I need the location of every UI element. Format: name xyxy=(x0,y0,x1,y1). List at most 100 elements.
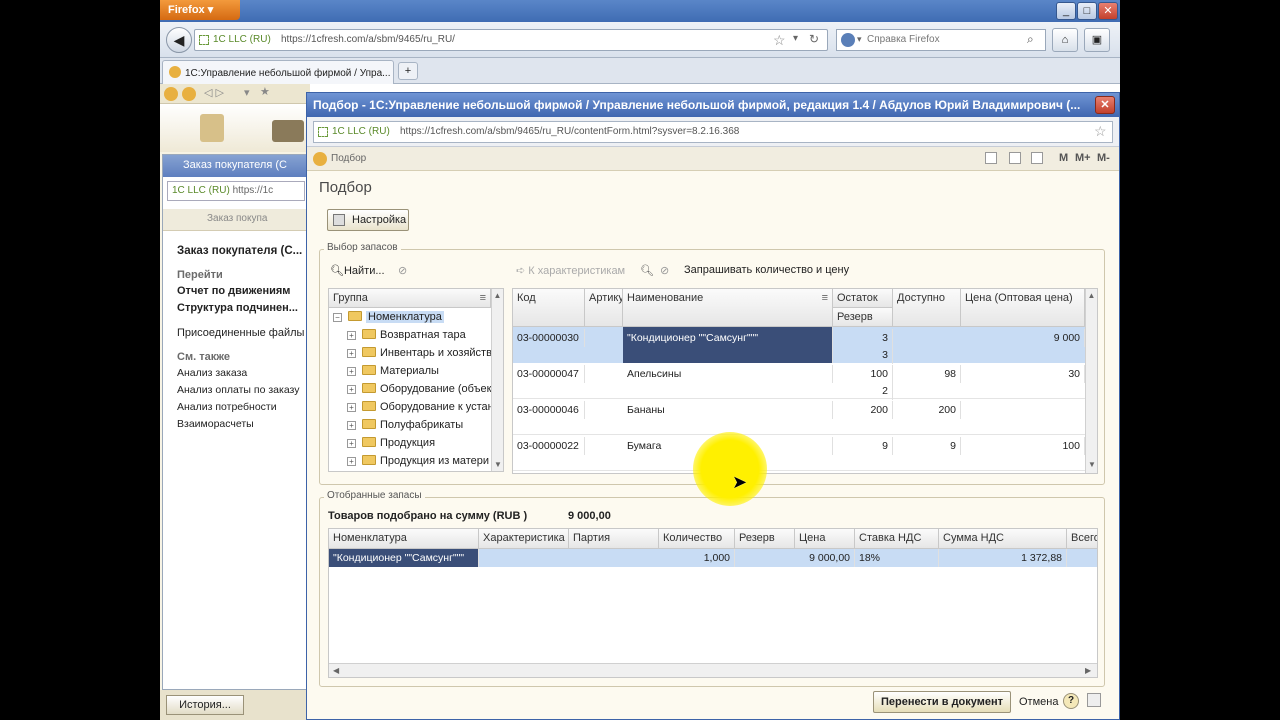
expand-icon[interactable]: + xyxy=(347,421,356,430)
expand-icon[interactable]: + xyxy=(347,457,356,466)
link-order-analysis[interactable]: Анализ заказа xyxy=(177,367,247,379)
col-price[interactable]: Цена (Оптовая цена) xyxy=(961,289,1085,327)
expand-icon[interactable]: + xyxy=(347,439,356,448)
firefox-menu-button[interactable]: Firefox ▾ xyxy=(160,0,240,20)
minimize-button[interactable]: _ xyxy=(1056,2,1076,20)
find-button[interactable]: 🔍︎Найти... xyxy=(330,264,385,277)
link-payment-analysis[interactable]: Анализ оплаты по заказу xyxy=(177,384,300,396)
col-remainder[interactable]: Остаток xyxy=(833,289,893,308)
col-reserve[interactable]: Резерв xyxy=(735,529,795,549)
cancel-search-icon[interactable]: ⊘ xyxy=(660,264,669,277)
link-subordination-structure[interactable]: Структура подчинен... xyxy=(177,302,298,314)
link-demand-analysis[interactable]: Анализ потребности xyxy=(177,401,277,413)
menu-dropdown-icon[interactable] xyxy=(182,87,196,101)
col-characteristic[interactable]: Характеристика xyxy=(479,529,569,549)
col-name[interactable]: Наименование ≡ xyxy=(623,289,833,327)
back-nav-icon[interactable]: ◁ ▷ xyxy=(204,86,224,99)
search-icon[interactable]: ⌕ xyxy=(1027,32,1034,47)
search-box[interactable]: ▾ Справка Firefox ⌕ xyxy=(836,29,1046,51)
cancel-search-icon[interactable]: ⊘ xyxy=(398,264,407,277)
search-icon[interactable]: 🔍︎ xyxy=(640,264,654,277)
tree-item-products[interactable]: + Продукция xyxy=(347,437,435,455)
popup-title[interactable]: Подбор - 1С:Управление небольшой фирмой … xyxy=(307,93,1119,117)
folder-icon xyxy=(362,365,376,375)
expand-icon[interactable]: + xyxy=(347,367,356,376)
address-bar[interactable]: 1C LLC (RU) https://1cfresh.com/a/sbm/94… xyxy=(194,29,828,51)
tree-root[interactable]: − Номенклатура xyxy=(333,311,444,329)
help-button[interactable]: ? xyxy=(1063,693,1079,709)
print-icon[interactable] xyxy=(1009,152,1021,164)
horizontal-scrollbar[interactable]: ◀ ▶ xyxy=(329,663,1097,677)
maximize-button[interactable]: □ xyxy=(1077,2,1097,20)
settings-button[interactable]: Настройка xyxy=(327,209,409,231)
tree-item-returnable[interactable]: + Возвратная тара xyxy=(347,329,466,347)
collapse-icon[interactable]: − xyxy=(333,313,342,322)
bookmark-star-icon[interactable]: ☆ xyxy=(1094,123,1107,140)
form-menu-icon[interactable] xyxy=(1087,693,1101,707)
col-vat-rate[interactable]: Ставка НДС xyxy=(855,529,939,549)
search-engine-dropdown-icon[interactable]: ▾ xyxy=(857,34,862,45)
transfer-to-document-button[interactable]: Перенести в документ xyxy=(873,691,1011,713)
back-button[interactable]: ◀ xyxy=(166,27,192,53)
link-movements-report[interactable]: Отчет по движениям xyxy=(177,285,290,297)
calendar-icon[interactable] xyxy=(1031,152,1043,164)
tree-scrollbar[interactable]: ▲ ▼ xyxy=(491,289,503,471)
history-button[interactable]: История... xyxy=(166,695,244,715)
tree-header[interactable]: Группа ≡ xyxy=(329,289,491,308)
new-tab-button[interactable]: + xyxy=(398,62,418,80)
tab-1c-app[interactable]: 1С:Управление небольшой фирмой / Упра... xyxy=(162,60,394,84)
expand-icon[interactable]: + xyxy=(347,349,356,358)
expand-icon[interactable]: + xyxy=(347,385,356,394)
cursor-highlight xyxy=(693,432,767,506)
col-nomenclature[interactable]: Номенклатура xyxy=(329,529,479,549)
expand-icon[interactable]: + xyxy=(347,403,356,412)
ask-qty-price-toggle[interactable]: Запрашивать количество и цену xyxy=(684,264,849,276)
reload-icon[interactable]: ↻ xyxy=(809,32,819,46)
col-price[interactable]: Цена xyxy=(795,529,855,549)
home-button[interactable]: ⌂ xyxy=(1052,28,1078,52)
col-quantity[interactable]: Количество xyxy=(659,529,735,549)
close-window-button[interactable]: ✕ xyxy=(1098,2,1118,20)
favorites-star-icon[interactable]: ★ xyxy=(260,85,270,98)
scroll-left-icon[interactable]: ◀ xyxy=(333,666,339,675)
mouse-pointer-icon: ➤ xyxy=(732,472,748,492)
save-icon[interactable] xyxy=(985,152,997,164)
col-reserve[interactable]: Резерв xyxy=(833,308,893,327)
col-total[interactable]: Всего xyxy=(1067,529,1097,549)
bookmark-star-icon[interactable]: ☆ xyxy=(773,32,786,49)
tree-item-equipment-install[interactable]: + Оборудование к устан xyxy=(347,401,494,419)
col-article[interactable]: Артикул xyxy=(585,289,623,327)
cancel-button[interactable]: Отмена xyxy=(1019,696,1058,708)
history-dropdown-icon[interactable]: ▾ xyxy=(244,86,250,99)
tree-item-semifinished[interactable]: + Полуфабрикаты xyxy=(347,419,463,437)
extension-icon: ▣ xyxy=(1091,34,1103,46)
tree-item-materials[interactable]: + Материалы xyxy=(347,365,439,383)
scroll-down-icon[interactable]: ▼ xyxy=(492,460,503,469)
scroll-up-icon[interactable]: ▲ xyxy=(492,291,503,300)
link-settlements[interactable]: Взаиморасчеты xyxy=(177,418,254,430)
order-window-title[interactable]: Заказ покупателя (С xyxy=(163,155,309,177)
tree-item-equipment-objects[interactable]: + Оборудование (объек xyxy=(347,383,491,401)
scroll-right-icon[interactable]: ▶ xyxy=(1085,666,1091,675)
dropdown-arrow-icon[interactable]: ▾ xyxy=(793,33,798,44)
popup-close-button[interactable]: ✕ xyxy=(1095,96,1115,114)
tree-item-inventory[interactable]: + Инвентарь и хозяйств xyxy=(347,347,492,365)
goods-scrollbar[interactable]: ▲ ▼ xyxy=(1085,289,1097,473)
scroll-down-icon[interactable]: ▼ xyxy=(1086,460,1097,469)
col-available[interactable]: Доступно xyxy=(893,289,961,327)
memory-button[interactable]: M xyxy=(1059,152,1068,164)
tab-title: 1С:Управление небольшой фирмой / Упра... xyxy=(185,68,391,79)
memory-minus-button[interactable]: M- xyxy=(1097,152,1110,164)
extension-button[interactable]: ▣ xyxy=(1084,28,1110,52)
popup-site-identity: 1C LLC (RU) xyxy=(332,126,390,137)
link-attached-files[interactable]: Присоединенные файлы xyxy=(177,327,304,339)
memory-plus-button[interactable]: M+ xyxy=(1075,152,1091,164)
col-vat-sum[interactable]: Сумма НДС xyxy=(939,529,1067,549)
tree-item-products-materials[interactable]: + Продукция из матери xyxy=(347,455,489,471)
col-batch[interactable]: Партия xyxy=(569,529,659,549)
col-code[interactable]: Код xyxy=(513,289,585,327)
to-characteristics-button[interactable]: ➪ К характеристикам xyxy=(516,264,625,277)
scroll-up-icon[interactable]: ▲ xyxy=(1086,291,1097,300)
popup-address[interactable]: 1C LLC (RU) https://1cfresh.com/a/sbm/94… xyxy=(313,121,1113,143)
expand-icon[interactable]: + xyxy=(347,331,356,340)
